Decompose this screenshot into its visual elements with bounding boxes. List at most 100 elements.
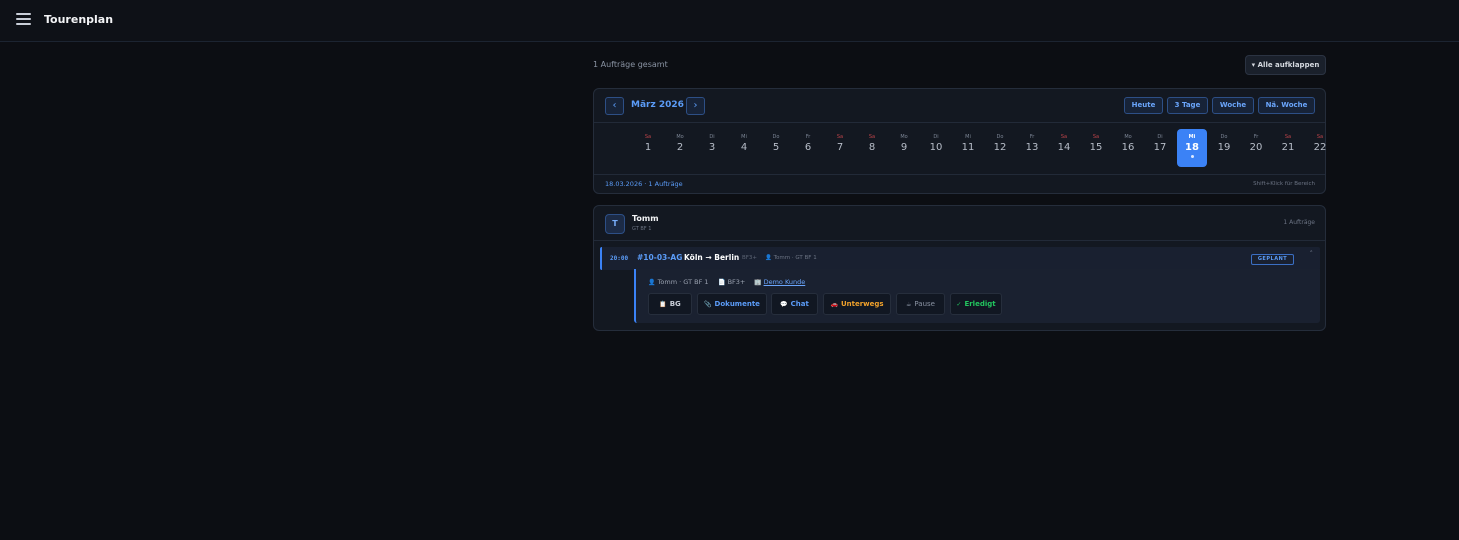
documents-button[interactable]: 📎 Dokumente <box>697 293 767 315</box>
calendar-day[interactable]: Mi 18 <box>1177 129 1207 167</box>
person-icon: 👤 <box>765 255 772 261</box>
day-weekday: Fr <box>805 134 811 140</box>
page-title: Tourenplan <box>44 13 114 26</box>
day-number: 17 <box>1153 142 1167 153</box>
detail-class-label: BF3+ <box>727 278 746 286</box>
calendar-day[interactable]: Fr 13 <box>1017 129 1047 167</box>
collapse-icon[interactable]: ˄ <box>1310 250 1314 258</box>
detail-driver-label: Tomm · GT BF 1 <box>657 278 709 286</box>
customer-link[interactable]: Demo Kunde <box>764 278 806 286</box>
calendar-day[interactable]: Sa 15 <box>1081 129 1111 167</box>
order-id: #10-03-AG <box>637 253 683 262</box>
calendar-day[interactable]: Do 12 <box>985 129 1015 167</box>
day-weekday: Sa <box>1284 134 1292 140</box>
car-icon: 🚗 <box>830 301 838 308</box>
range-hint: Shift+Klick für Bereich <box>1253 181 1315 187</box>
day-number: 13 <box>1025 142 1039 153</box>
day-weekday: Sa <box>868 134 876 140</box>
hamburger-icon[interactable] <box>16 13 31 26</box>
pause-button[interactable]: ☕ Pause <box>896 293 945 315</box>
done-button[interactable]: ✓ Erledigt <box>950 293 1002 315</box>
next-month-button[interactable]: › <box>686 97 705 115</box>
day-weekday: Sa <box>644 134 652 140</box>
calendar-day[interactable]: Di 3 <box>697 129 727 167</box>
person-icon: 👤 <box>648 279 656 286</box>
view-week-button[interactable]: Woche <box>1212 97 1254 114</box>
pause-label: Pause <box>914 300 935 308</box>
calendar-day[interactable]: Di 10 <box>921 129 951 167</box>
order-class: BF3+ <box>742 255 758 261</box>
calendar-day[interactable]: Do 5 <box>761 129 791 167</box>
day-weekday: Do <box>1220 134 1228 140</box>
calendar-day[interactable]: Fr 6 <box>793 129 823 167</box>
expand-all-button[interactable]: ▾ Alle aufklappen <box>1245 55 1326 75</box>
calendar-day[interactable]: Fr 20 <box>1241 129 1271 167</box>
calendar-day[interactable]: Sa 22 <box>1305 129 1335 167</box>
chat-label: Chat <box>790 300 809 308</box>
detail-class: 📄 BF3+ <box>718 278 745 286</box>
calendar-day[interactable]: Do 19 <box>1209 129 1239 167</box>
prev-month-button[interactable]: ‹ <box>605 97 624 115</box>
day-weekday: Mi <box>1188 134 1196 140</box>
driver-name: Tomm <box>632 214 659 223</box>
document-icon: 📄 <box>718 279 726 286</box>
calendar-day[interactable]: Mi 11 <box>953 129 983 167</box>
day-weekday: Do <box>996 134 1004 140</box>
orders-summary: 1 Aufträge gesamt <box>593 60 668 69</box>
day-number: 18 <box>1185 142 1199 153</box>
day-number: 1 <box>644 142 652 153</box>
day-number: 14 <box>1057 142 1071 153</box>
calendar-day[interactable]: Sa 1 <box>633 129 663 167</box>
order-indicator-dot <box>1190 155 1194 158</box>
detail-driver: 👤 Tomm · GT BF 1 <box>648 278 709 286</box>
order-header[interactable]: 20:00 #10-03-AG Köln → Berlin BF3+ 👤 Tom… <box>600 247 1320 270</box>
day-number: 6 <box>804 142 812 153</box>
day-number: 5 <box>772 142 780 153</box>
calendar-day[interactable]: Sa 8 <box>857 129 887 167</box>
day-number: 15 <box>1089 142 1103 153</box>
day-weekday: Mi <box>741 134 747 140</box>
day-weekday: Sa <box>1092 134 1100 140</box>
day-weekday: Mi <box>965 134 971 140</box>
divider <box>594 174 1325 175</box>
day-number: 10 <box>929 142 943 153</box>
calendar-day[interactable]: Mi 4 <box>729 129 759 167</box>
building-icon: 🏢 <box>754 279 762 286</box>
order-time: 20:00 <box>610 255 629 262</box>
bg-button[interactable]: 📋 BG <box>648 293 692 315</box>
bg-label: BG <box>669 300 681 308</box>
day-weekday: Di <box>1157 134 1163 140</box>
order-route: Köln → Berlin <box>684 253 740 262</box>
day-number: 22 <box>1313 142 1327 153</box>
calendar-day[interactable]: Di 17 <box>1145 129 1175 167</box>
calendar-day[interactable]: Sa 7 <box>825 129 855 167</box>
chat-button[interactable]: 💬 Chat <box>771 293 818 315</box>
day-weekday: Mo <box>900 134 908 140</box>
status-badge: GEPLANT <box>1251 254 1294 265</box>
selected-date-summary: 18.03.2026 · 1 Aufträge <box>605 180 683 188</box>
day-number: 19 <box>1217 142 1231 153</box>
order-driver: 👤 Tomm · GT BF 1 <box>765 255 817 261</box>
day-number: 21 <box>1281 142 1295 153</box>
calendar-day[interactable]: Mo 2 <box>665 129 695 167</box>
detail-customer: 🏢 Demo Kunde <box>754 278 805 286</box>
view-next-week-button[interactable]: Nä. Woche <box>1258 97 1315 114</box>
calendar-day[interactable]: Sa 14 <box>1049 129 1079 167</box>
clipboard-icon: 📋 <box>659 301 667 308</box>
driver-group: T Tomm GT BF 1 1 Aufträge 20:00 #10-03-A… <box>593 205 1326 331</box>
calendar-day[interactable]: Mo 9 <box>889 129 919 167</box>
avatar: T <box>605 214 625 234</box>
view-today-button[interactable]: Heute <box>1124 97 1163 114</box>
day-weekday: Mo <box>676 134 684 140</box>
day-number: 7 <box>836 142 844 153</box>
view-3days-button[interactable]: 3 Tage <box>1167 97 1208 114</box>
chat-icon: 💬 <box>780 301 788 308</box>
done-label: Erledigt <box>964 300 996 308</box>
en-route-label: Unterwegs <box>840 300 884 308</box>
paperclip-icon: 📎 <box>704 301 712 308</box>
driver-order-count: 1 Aufträge <box>1283 219 1315 226</box>
en-route-button[interactable]: 🚗 Unterwegs <box>823 293 891 315</box>
calendar-day[interactable]: Mo 16 <box>1113 129 1143 167</box>
calendar-day[interactable]: Sa 21 <box>1273 129 1303 167</box>
day-number: 20 <box>1249 142 1263 153</box>
